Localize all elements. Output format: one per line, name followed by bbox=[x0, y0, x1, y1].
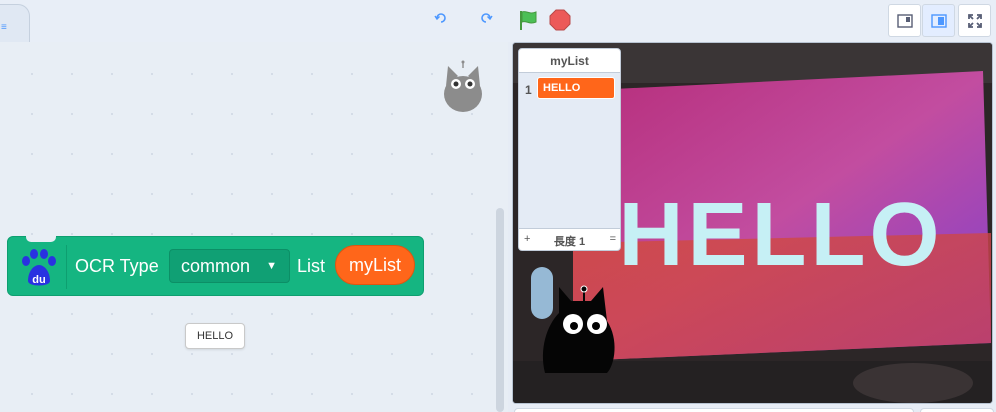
fullscreen-icon bbox=[967, 13, 982, 28]
stage[interactable]: HELLO myList 1 HELLO + 長度 1 = bbox=[512, 42, 993, 404]
sprite-cat-ghost-icon bbox=[444, 60, 482, 112]
list-reporter[interactable]: myList bbox=[335, 245, 415, 285]
stop-button[interactable] bbox=[549, 9, 571, 31]
undo-button[interactable] bbox=[432, 9, 450, 27]
list-monitor-footer: + 長度 1 = bbox=[519, 228, 620, 250]
stage-target-panel-edge bbox=[920, 408, 994, 412]
green-flag-button[interactable] bbox=[516, 8, 540, 32]
redo-icon bbox=[481, 13, 493, 23]
list-length-label: 長度 1 bbox=[553, 236, 586, 248]
workspace-scrollbar[interactable] bbox=[496, 208, 504, 412]
block-result-bubble: HELLO bbox=[185, 323, 245, 349]
list-label: List bbox=[297, 256, 326, 276]
camera-hello-text: HELLO bbox=[619, 185, 944, 285]
list-resize-handle[interactable]: = bbox=[610, 233, 616, 245]
fullscreen-button[interactable] bbox=[958, 4, 991, 37]
large-stage-button[interactable] bbox=[922, 4, 955, 37]
chevron-down-icon: ▼ bbox=[266, 260, 277, 272]
ocr-type-label: OCR Type bbox=[75, 256, 159, 276]
green-flag-icon bbox=[520, 11, 537, 30]
code-workspace[interactable] bbox=[0, 42, 508, 412]
list-monitor-title: myList bbox=[519, 49, 620, 73]
list-item[interactable]: HELLO bbox=[537, 77, 615, 99]
small-stage-icon bbox=[896, 13, 913, 28]
code-tab[interactable]: ≡ bbox=[0, 4, 30, 43]
ocr-type-dropdown[interactable]: common ▼ bbox=[169, 249, 290, 283]
menu-glyph: ≡ bbox=[1, 22, 7, 33]
redo-button[interactable] bbox=[477, 9, 495, 27]
ocr-block[interactable]: du OCR Type common ▼ List myList bbox=[7, 236, 424, 296]
list-monitor[interactable]: myList 1 HELLO + 長度 1 = bbox=[518, 48, 621, 251]
stop-icon bbox=[549, 9, 571, 31]
undo-icon bbox=[434, 13, 446, 23]
block-notch bbox=[26, 236, 56, 242]
sprite-info-panel-edge bbox=[514, 408, 914, 412]
cat-sprite-icon bbox=[542, 285, 615, 373]
block-divider bbox=[66, 245, 67, 289]
list-item-index: 1 bbox=[525, 83, 532, 97]
baidu-paw-icon: du bbox=[22, 249, 56, 286]
large-stage-icon bbox=[930, 13, 947, 28]
ocr-type-value: common bbox=[181, 255, 251, 276]
baidu-du-text: du bbox=[32, 274, 45, 286]
top-toolbar: ≡ bbox=[0, 0, 996, 43]
small-stage-button[interactable] bbox=[888, 4, 921, 37]
